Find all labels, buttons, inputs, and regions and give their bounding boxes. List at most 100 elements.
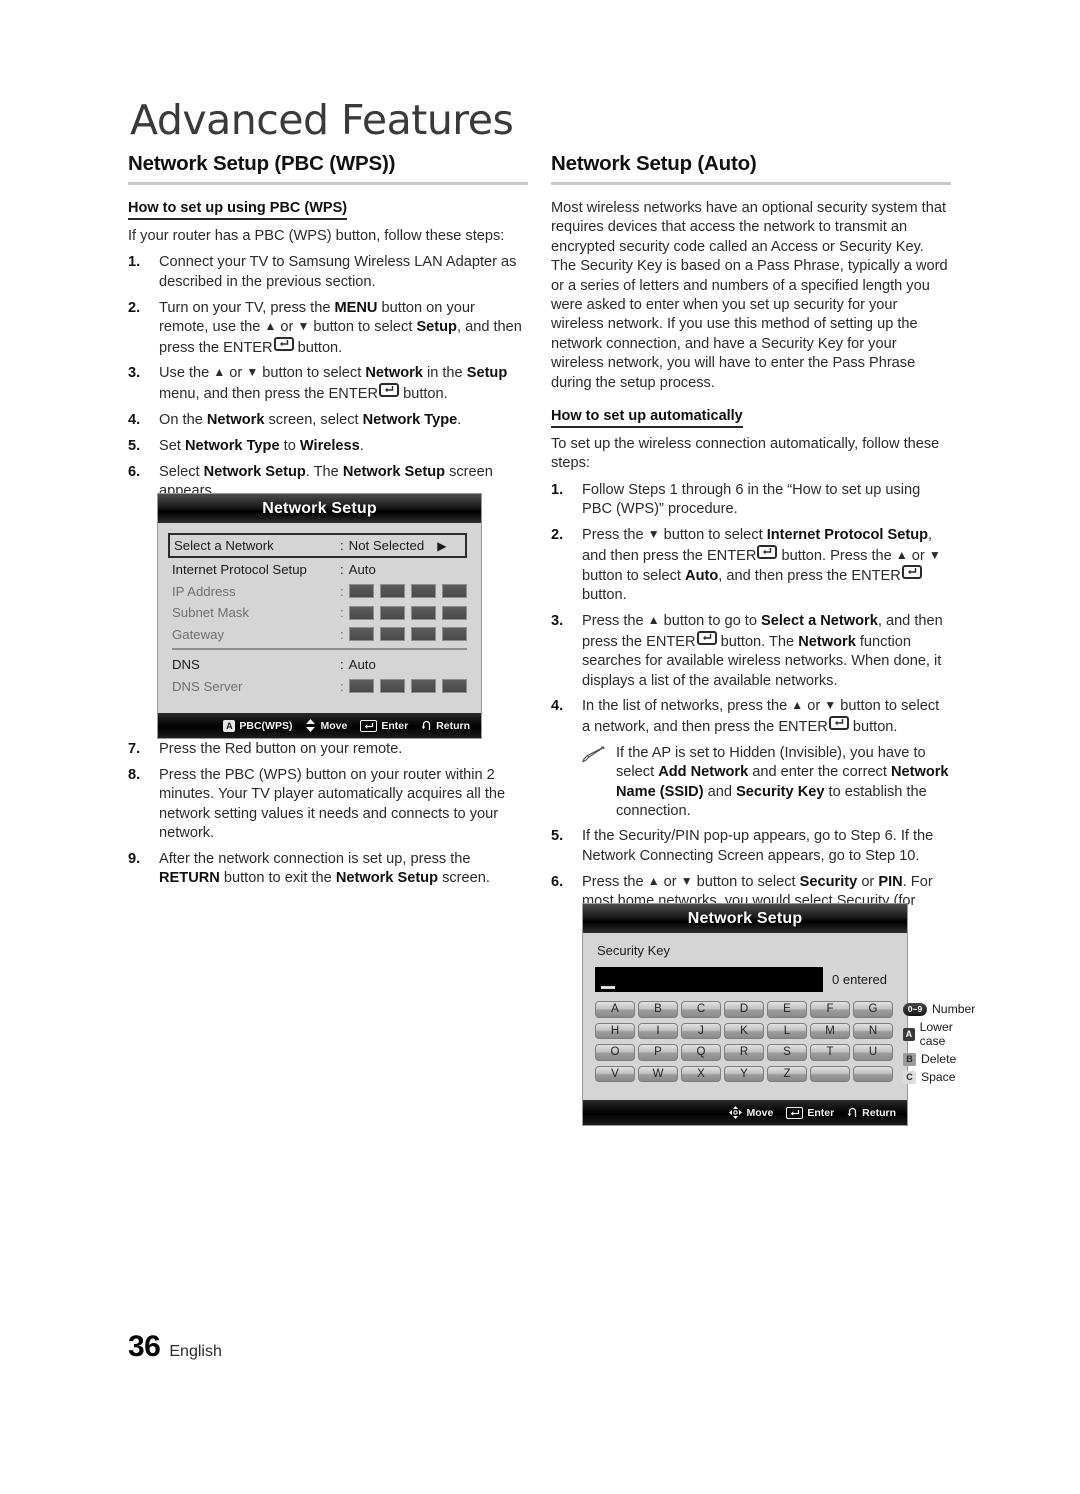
- key-g[interactable]: G: [853, 1001, 893, 1018]
- key-blank[interactable]: [810, 1065, 850, 1082]
- page-number: 36: [128, 1330, 161, 1363]
- key-y[interactable]: Y: [724, 1065, 764, 1082]
- legend-space: C Space: [903, 1070, 975, 1084]
- key-c[interactable]: C: [681, 1001, 721, 1018]
- intro-text-auto: Most wireless networks have an optional …: [551, 200, 948, 391]
- osd-row-label: Select a Network: [174, 538, 274, 553]
- legend-number: 0~9 Number: [903, 1002, 975, 1016]
- key-o[interactable]: O: [595, 1044, 635, 1061]
- osd-row-label: DNS: [172, 657, 200, 673]
- a-button-icon: A: [223, 719, 236, 732]
- key-r[interactable]: R: [724, 1044, 764, 1061]
- key-t[interactable]: T: [810, 1044, 850, 1061]
- osd-title: Network Setup: [583, 904, 907, 933]
- key-f[interactable]: F: [810, 1001, 850, 1018]
- key-d[interactable]: D: [724, 1001, 764, 1018]
- osd-title: Network Setup: [158, 494, 481, 523]
- step-number: 7.: [128, 741, 141, 757]
- up-down-arrows-icon: [306, 719, 316, 732]
- step-item: 4. On the Network screen, select Network …: [128, 411, 528, 430]
- osd-row-select-a-network[interactable]: Select a Network : Not Selected ▶: [168, 533, 467, 558]
- subheading-how-to-pbc: How to set up using PBC (WPS): [128, 200, 348, 220]
- security-key-input[interactable]: [595, 967, 823, 992]
- key-a[interactable]: A: [595, 1001, 635, 1018]
- key-u[interactable]: U: [853, 1044, 893, 1061]
- intro2-text-auto: To set up the wireless connection automa…: [551, 436, 940, 472]
- osd-divider: [172, 648, 467, 650]
- page-language: English: [169, 1343, 222, 1360]
- step-number: 2.: [128, 299, 141, 316]
- hint-move: Move: [305, 719, 347, 732]
- security-key-label: Security Key: [597, 943, 670, 958]
- osd-row-dns[interactable]: DNS : Auto: [170, 654, 469, 676]
- osd-row-value: : Not Selected ▶: [340, 538, 447, 553]
- key-e[interactable]: E: [767, 1001, 807, 1018]
- legend-label: Space: [921, 1070, 956, 1084]
- step-number: 5.: [551, 828, 564, 845]
- hint-label: Return: [862, 1106, 896, 1119]
- hint-label: Enter: [381, 719, 409, 732]
- key-j[interactable]: J: [681, 1022, 721, 1039]
- page-title: Advanced Features: [130, 96, 514, 144]
- step-number: 5.: [128, 437, 141, 454]
- key-q[interactable]: Q: [681, 1044, 721, 1061]
- entered-count: 0 entered: [832, 972, 887, 987]
- key-p[interactable]: P: [638, 1044, 678, 1061]
- step-item: 1. Connect your TV to Samsung Wireless LA…: [128, 253, 528, 292]
- osd-row-ip-address: IP Address :: [170, 581, 469, 603]
- osd-body: Select a Network : Not Selected ▶ Interne…: [158, 523, 481, 713]
- key-x[interactable]: X: [681, 1065, 721, 1082]
- key-l[interactable]: L: [767, 1022, 807, 1039]
- osd-row-subnet-mask: Subnet Mask :: [170, 602, 469, 624]
- left-column-continued: 7. Press the Red button on your remote. 8.…: [128, 740, 528, 895]
- osd-network-setup-figure: Network Setup Select a Network : Not Sele…: [157, 493, 482, 739]
- step-number: 8.: [128, 766, 141, 783]
- step-item: 5. Set Network Type to Wireless.: [128, 437, 528, 456]
- chevron-right-icon: ▶: [437, 538, 447, 553]
- key-n[interactable]: N: [853, 1022, 893, 1039]
- step-number: 4.: [551, 698, 564, 715]
- step-item: 9. After the network connection is set up…: [128, 850, 528, 889]
- key-w[interactable]: W: [638, 1065, 678, 1082]
- key-v[interactable]: V: [595, 1065, 635, 1082]
- key-blank[interactable]: [853, 1065, 893, 1082]
- hint-enter: Enter: [360, 719, 409, 732]
- key-b[interactable]: B: [638, 1001, 678, 1018]
- osd-row-internet-protocol-setup[interactable]: Internet Protocol Setup : Auto: [170, 559, 469, 581]
- key-m[interactable]: M: [810, 1022, 850, 1039]
- step-number: 3.: [128, 365, 141, 382]
- step-item: 4. In the list of networks, press the ▲ o…: [551, 697, 951, 737]
- step-item: 3. Use the ▲ or ▼ button to select Networ…: [128, 364, 528, 404]
- osd-row-value: : Auto: [340, 657, 376, 673]
- step-text: In the list of networks, press the ▲ or …: [582, 698, 940, 735]
- hint-return: Return: [421, 720, 470, 732]
- hint-label: Enter: [807, 1106, 835, 1119]
- key-s[interactable]: S: [767, 1044, 807, 1061]
- key-h[interactable]: H: [595, 1022, 635, 1039]
- left-column: Network Setup (PBC (WPS)) How to set up …: [128, 152, 528, 508]
- keyboard-legend: 0~9 Number A Lower case B Delete C Space: [903, 1001, 975, 1084]
- dpad-icon: [729, 1106, 743, 1119]
- step-item: 5. If the Security/PIN pop-up appears, go…: [551, 827, 951, 866]
- key-k[interactable]: K: [724, 1022, 764, 1039]
- key-i[interactable]: I: [638, 1022, 678, 1039]
- step-text: After the network connection is set up, …: [159, 851, 490, 887]
- c-button-icon: C: [903, 1070, 916, 1084]
- osd-footer-hints: A PBC(WPS) Move Enter Return: [158, 713, 481, 738]
- step-text: Connect your TV to Samsung Wireless LAN …: [159, 254, 517, 290]
- hint-label: Return: [436, 719, 470, 732]
- step-text: Set Network Type to Wireless.: [159, 437, 364, 454]
- key-z[interactable]: Z: [767, 1065, 807, 1082]
- number-button-icon: 0~9: [903, 1002, 927, 1016]
- onscreen-keyboard[interactable]: ABCDEFG HIJKLMN OPQRSTU VWXYZ: [595, 1001, 893, 1084]
- legend-label: Number: [932, 1002, 976, 1016]
- legend-label: Delete: [921, 1052, 957, 1066]
- step-number: 9.: [128, 851, 141, 868]
- note-hidden-ap: If the AP is set to Hidden (Invisible), …: [581, 744, 951, 822]
- text-caret: [601, 986, 615, 989]
- legend-label: Lower case: [919, 1020, 953, 1048]
- osd-body: Security Key 0 entered ABCDEFGHIJKLMNOPQ…: [583, 933, 975, 1100]
- step-text: Turn on your TV, press the MENU button o…: [159, 299, 522, 356]
- enter-key-icon: [360, 719, 378, 732]
- step-text: Follow Steps 1 through 6 in the “How to …: [582, 481, 921, 518]
